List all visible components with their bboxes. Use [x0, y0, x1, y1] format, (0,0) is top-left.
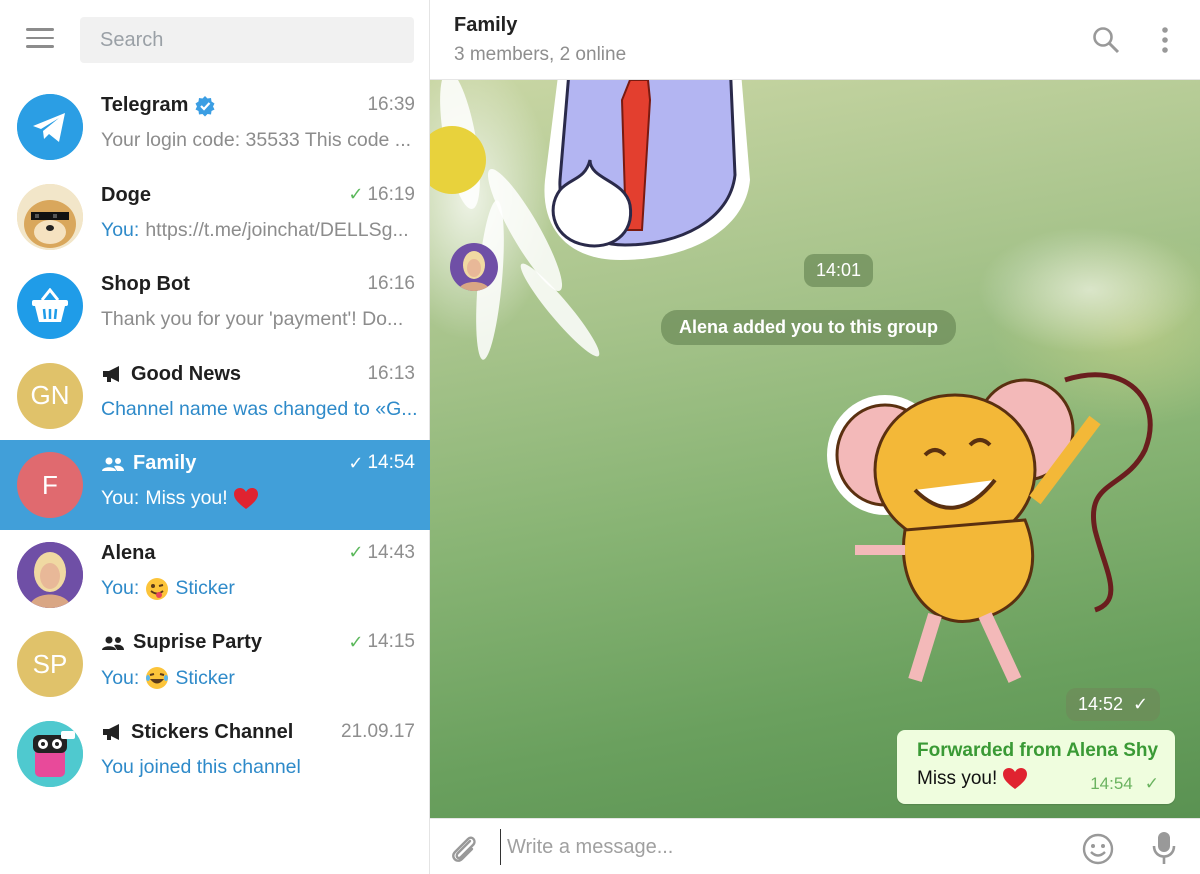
chat-time: 16:39: [367, 94, 415, 115]
chat-name: Suprise Party: [101, 631, 262, 654]
cat-thumbs-up-sticker: [544, 80, 750, 260]
sent-check-icon: ✓: [348, 542, 364, 562]
chat-time: 21.09.17: [341, 720, 415, 742]
composer: [430, 818, 1200, 874]
chat-item-telegram[interactable]: Telegram 16:39 Your login code: 35533 Th…: [0, 82, 430, 172]
sent-check-icon: ✓: [1144, 774, 1159, 793]
sidebar: Telegram 16:39 Your login code: 35533 Th…: [0, 0, 430, 874]
avatar: F: [17, 452, 83, 518]
chat-preview: You: Miss you!: [101, 487, 417, 510]
chat-panel: Family 3 members, 2 online 14:01 Alena a…: [430, 0, 1200, 874]
telegram-logo-icon: [17, 94, 83, 160]
chat-preview: You joined this channel: [101, 755, 301, 778]
chat-time: ✓ 14:15: [348, 631, 415, 652]
chat-preview: You: Sticker: [101, 666, 235, 690]
sent-check-icon: ✓: [348, 452, 364, 473]
chat-name: Doge: [101, 183, 151, 206]
sent-check-icon: ✓: [1133, 694, 1149, 714]
chat-item-doge[interactable]: Doge ✓ 16:19 You: https://t.me/joinchat/DE…: [0, 172, 430, 262]
paperclip-icon[interactable]: [448, 833, 480, 870]
message-area[interactable]: 14:01 Alena added you to this group 14:5…: [430, 80, 1200, 818]
emoji-icon[interactable]: [1082, 833, 1114, 870]
sent-check-icon: ✓: [348, 631, 364, 652]
chat-name: Telegram: [101, 94, 216, 117]
chat-time: 16:13: [367, 362, 415, 384]
sent-check-icon: ✓: [348, 184, 364, 204]
chat-item-stickers-channel[interactable]: Stickers Channel 21.09.17 You joined thi…: [0, 709, 430, 799]
chat-preview: You: https://t.me/joinchat/DELLSg...: [101, 218, 409, 241]
microphone-icon[interactable]: [1152, 831, 1176, 870]
alena-avatar: [17, 541, 83, 608]
chat-preview: Your login code: 35533 This code ...: [101, 129, 412, 151]
sticker-time-pill: 14:52 ✓: [1066, 688, 1161, 721]
chat-subtitle: 3 members, 2 online: [454, 44, 627, 65]
message-text: Miss you!: [917, 768, 1033, 790]
chat-time: ✓ 14:54: [348, 452, 415, 473]
message-bubble[interactable]: Forwarded from Alena Shy Miss you! 14:54…: [897, 730, 1175, 804]
avatar: SP: [17, 631, 83, 697]
megaphone-icon: [101, 723, 123, 741]
doge-avatar: [17, 183, 83, 250]
shopping-basket-icon: [17, 273, 83, 339]
chat-name: Alena: [101, 541, 156, 564]
tears-of-joy-emoji-icon: [145, 666, 169, 690]
service-message: Alena added you to this group: [661, 310, 957, 345]
chat-time: 16:16: [367, 273, 415, 294]
message-input[interactable]: [500, 829, 1060, 865]
message-meta: 14:54 ✓: [1090, 774, 1159, 793]
verified-badge-icon: [195, 95, 215, 116]
forwarded-from-label[interactable]: Forwarded from Alena Shy: [917, 740, 1158, 762]
chat-name: Stickers Channel: [101, 721, 293, 744]
heart-emoji-icon: [233, 487, 258, 510]
heart-emoji-icon: [1003, 768, 1028, 790]
chat-name: Family: [101, 452, 196, 475]
more-options-icon[interactable]: [1158, 26, 1172, 59]
chat-preview: Channel name was changed to «G...: [101, 397, 417, 420]
chat-time: ✓ 14:43: [348, 541, 415, 563]
chat-preview: Thank you for your 'payment'! Do...: [101, 308, 404, 330]
chat-item-shop-bot[interactable]: Shop Bot 16:16 Thank you for your 'payme…: [0, 261, 430, 351]
chat-item-alena[interactable]: Alena ✓ 14:43 You: Sticker: [0, 530, 430, 620]
chat-list: Telegram 16:39 Your login code: 35533 Th…: [0, 82, 430, 798]
avatar: GN: [17, 362, 83, 429]
sticker-robot-avatar: [17, 720, 83, 787]
group-icon: [101, 635, 125, 651]
chat-preview: You: Sticker: [101, 577, 235, 601]
alena-small-avatar[interactable]: [450, 243, 498, 291]
mouse-sticker: [827, 372, 1153, 683]
sidebar-header: [0, 0, 430, 82]
chat-title: Family: [454, 14, 518, 36]
search-input[interactable]: [80, 17, 414, 63]
hamburger-menu-icon[interactable]: [26, 28, 56, 52]
chat-item-family[interactable]: F Family ✓ 14:54 You: Miss you!: [0, 440, 430, 530]
search-icon[interactable]: [1092, 26, 1120, 59]
megaphone-icon: [101, 365, 123, 383]
chat-header[interactable]: Family 3 members, 2 online: [430, 0, 1200, 80]
chat-item-suprise-party[interactable]: SP Suprise Party ✓ 14:15 You: Sticker: [0, 619, 430, 709]
winking-tongue-emoji-icon: [145, 577, 169, 601]
group-icon: [101, 456, 125, 472]
chat-name: Shop Bot: [101, 273, 190, 295]
sticker-time-pill: 14:01: [804, 254, 874, 287]
chat-name: Good News: [101, 363, 241, 386]
chat-time: ✓ 16:19: [348, 183, 415, 205]
chat-item-good-news[interactable]: GN Good News 16:13 Channel name was chan…: [0, 351, 430, 441]
